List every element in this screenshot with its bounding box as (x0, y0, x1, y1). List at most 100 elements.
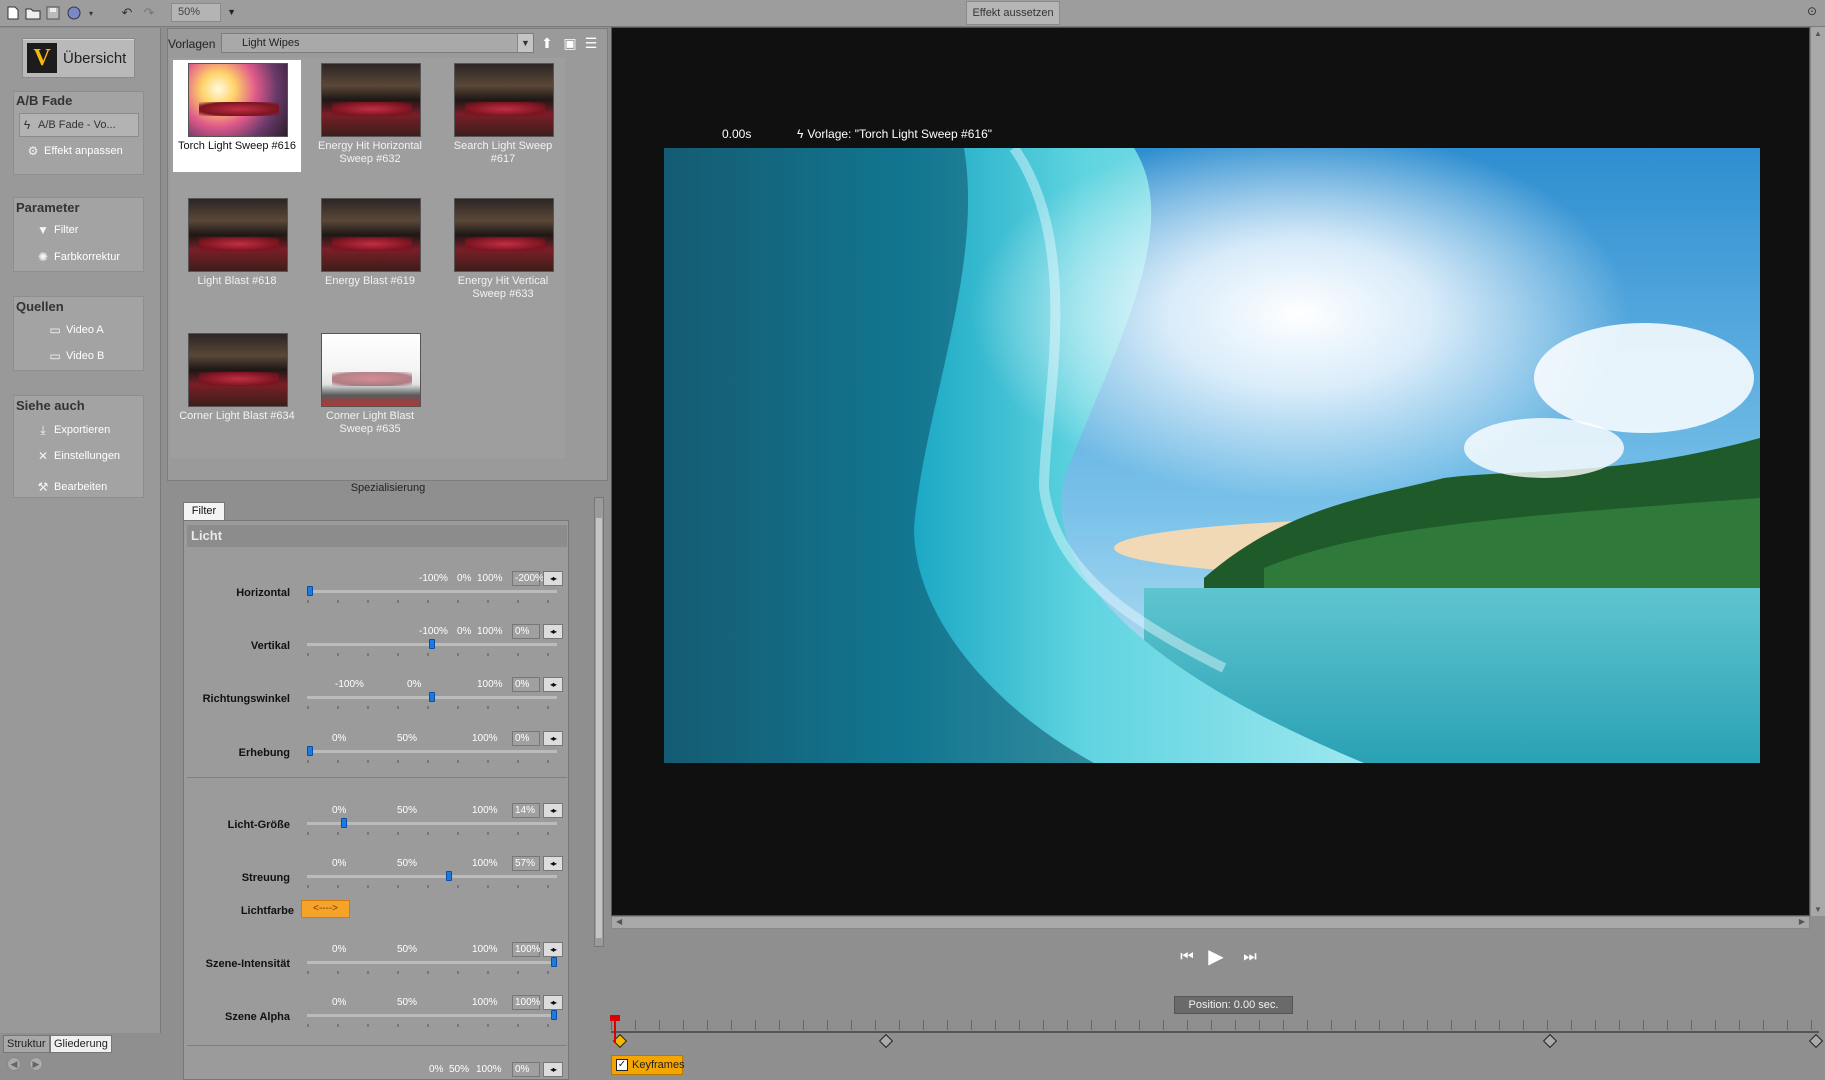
section-header-light: Licht (187, 525, 567, 547)
list-view-icon[interactable]: ☰ (582, 34, 600, 52)
play-box-icon[interactable]: ▣ (561, 34, 579, 52)
slider-thumb[interactable] (446, 871, 452, 881)
preview-time: 0.00s (722, 127, 752, 141)
value-stepper[interactable]: ◂▸ (543, 942, 563, 957)
nav-item-video-a[interactable]: ▭ Video A (48, 318, 103, 342)
redo-icon[interactable]: ↷ (140, 4, 158, 22)
slider-thumb[interactable] (551, 957, 557, 967)
keyframes-toggle[interactable]: ✓ Keyframes (611, 1055, 685, 1075)
template-category-value: Light Wipes (242, 37, 300, 49)
parameter-value-input[interactable]: -200% (512, 571, 544, 586)
scrollbar-thumb[interactable] (596, 518, 602, 938)
back-circle-icon[interactable]: ◀ (7, 1057, 21, 1071)
template-category-select[interactable]: Light Wipes ▼ (221, 33, 534, 53)
keyframe-marker[interactable] (878, 1033, 894, 1049)
keyframe-marker[interactable] (1808, 1033, 1824, 1049)
nav-item-color-correction[interactable]: ✺ Farbkorrektur (36, 245, 120, 269)
tab-outline[interactable]: Gliederung (50, 1035, 112, 1053)
wrench-icon: ⚒ (37, 480, 49, 494)
app-logo: V (27, 43, 57, 73)
undo-icon[interactable]: ↶ (118, 4, 136, 22)
parameter-slider-track[interactable] (307, 1014, 557, 1017)
keyframe-marker[interactable] (1542, 1033, 1558, 1049)
run-script-icon[interactable] (66, 4, 84, 22)
parameter-slider-track[interactable] (307, 590, 557, 593)
nav-item-label: Exportieren (54, 424, 111, 436)
tick-label: 50% (397, 733, 418, 744)
template-tile[interactable]: Torch Light Sweep #616 (173, 60, 301, 172)
scroll-down-icon[interactable]: ▼ (1811, 905, 1825, 914)
top-toolbar: ▾ ↶ ↷ 50% ▼ Effekt aussetzen ⊙ (0, 0, 1825, 27)
value-stepper[interactable]: ◂▸ (543, 624, 563, 639)
keyframes-checkbox[interactable]: ✓ (616, 1059, 628, 1071)
scroll-up-icon[interactable]: ▲ (1811, 29, 1825, 38)
parameter-value-input[interactable]: 100% (512, 995, 541, 1010)
parameter-slider-track[interactable] (307, 961, 557, 964)
value-stepper[interactable]: ◂▸ (543, 803, 563, 818)
slider-thumb[interactable] (429, 639, 435, 649)
chevron-down-icon[interactable]: ▾ (86, 4, 96, 22)
template-tile[interactable]: Energy Hit Vertical Sweep #633 (439, 195, 567, 307)
overview-label: Übersicht (63, 50, 127, 67)
parameter-value-input[interactable]: 57% (512, 856, 540, 871)
preview-horizontal-scrollbar[interactable]: ◀ ▶ (611, 916, 1810, 929)
skip-back-icon[interactable]: ⏮ (1176, 946, 1198, 968)
pin-icon[interactable]: ⊙ (1807, 4, 1817, 18)
forward-circle-icon[interactable]: ▶ (29, 1057, 43, 1071)
timeline-track[interactable] (611, 1031, 1819, 1033)
parameter-value-input[interactable]: 0% (512, 731, 540, 746)
template-tile[interactable]: Energy Blast #619 (306, 195, 434, 307)
template-tile[interactable]: Light Blast #618 (173, 195, 301, 307)
nav-item-settings[interactable]: ✕ Einstellungen (36, 444, 120, 468)
tab-filter[interactable]: Filter (183, 502, 225, 520)
zoom-select[interactable]: 50% ▼ (171, 3, 236, 22)
slider-thumb[interactable] (307, 586, 313, 596)
value-stepper[interactable]: ◂▸ (543, 995, 563, 1010)
template-tile[interactable]: Energy Hit Horizontal Sweep #632 (306, 60, 434, 172)
nav-item-filter[interactable]: ▼ Filter (36, 218, 78, 242)
suspend-effect-button[interactable]: Effekt aussetzen (966, 1, 1060, 25)
overview-button[interactable]: V Übersicht (22, 38, 135, 78)
slider-thumb[interactable] (341, 818, 347, 828)
funnel-icon: ▼ (37, 223, 49, 237)
value-stepper[interactable]: ◂▸ (543, 571, 563, 586)
preview-vertical-scrollbar[interactable]: ▲ ▼ (1810, 27, 1825, 916)
parameter-value-input[interactable]: 0% (512, 624, 540, 639)
scroll-left-icon[interactable]: ◀ (616, 917, 622, 926)
parameter-value-input[interactable]: 0% (512, 1062, 540, 1077)
play-icon[interactable]: ▶ (1205, 946, 1227, 968)
new-file-icon[interactable] (4, 4, 22, 22)
skip-forward-icon[interactable]: ⏭ (1239, 946, 1261, 968)
parameter-slider-track[interactable] (307, 750, 557, 753)
arrow-up-icon[interactable]: ⬆ (538, 34, 556, 52)
slider-thumb[interactable] (551, 1010, 557, 1020)
nav-item-export[interactable]: ⤓ Exportieren (36, 418, 110, 442)
tab-structure[interactable]: Struktur (3, 1035, 50, 1053)
scroll-right-icon[interactable]: ▶ (1799, 917, 1805, 926)
nav-item-edit[interactable]: ⚒ Bearbeiten (36, 475, 108, 499)
value-stepper[interactable]: ◂▸ (543, 677, 563, 692)
playhead[interactable] (614, 1017, 616, 1043)
parameter-value-input[interactable]: 100% (512, 942, 541, 957)
slider-thumb[interactable] (307, 746, 313, 756)
nav-item-adjust-effect[interactable]: ⚙ Effekt anpassen (26, 139, 123, 163)
parameter-label: Erhebung (238, 747, 290, 759)
value-stepper[interactable]: ◂▸ (543, 1062, 563, 1077)
slider-thumb[interactable] (429, 692, 435, 702)
parameter-value-input[interactable]: 0% (512, 677, 540, 692)
open-folder-icon[interactable] (24, 4, 42, 22)
parameter-value-input[interactable]: 14% (512, 803, 540, 818)
template-tile[interactable]: Corner Light Blast #634 (173, 330, 301, 442)
save-icon[interactable] (44, 4, 62, 22)
value-stepper[interactable]: ◂▸ (543, 856, 563, 871)
template-tile[interactable]: Corner Light Blast Sweep #635 (306, 330, 434, 442)
parameter-slider-track[interactable] (307, 875, 557, 878)
template-tile[interactable]: Search Light Sweep #617 (439, 60, 567, 172)
tick-label: 100% (472, 944, 498, 955)
nav-item-video-b[interactable]: ▭ Video B (48, 344, 104, 368)
filter-scrollbar[interactable] (594, 497, 604, 947)
nav-item-ab-fade-template[interactable]: ϟ A/B Fade - Vo... (19, 113, 139, 137)
value-stepper[interactable]: ◂▸ (543, 731, 563, 746)
light-color-swatch[interactable]: <----> (301, 900, 350, 918)
gear-icon: ⚙ (27, 144, 39, 158)
